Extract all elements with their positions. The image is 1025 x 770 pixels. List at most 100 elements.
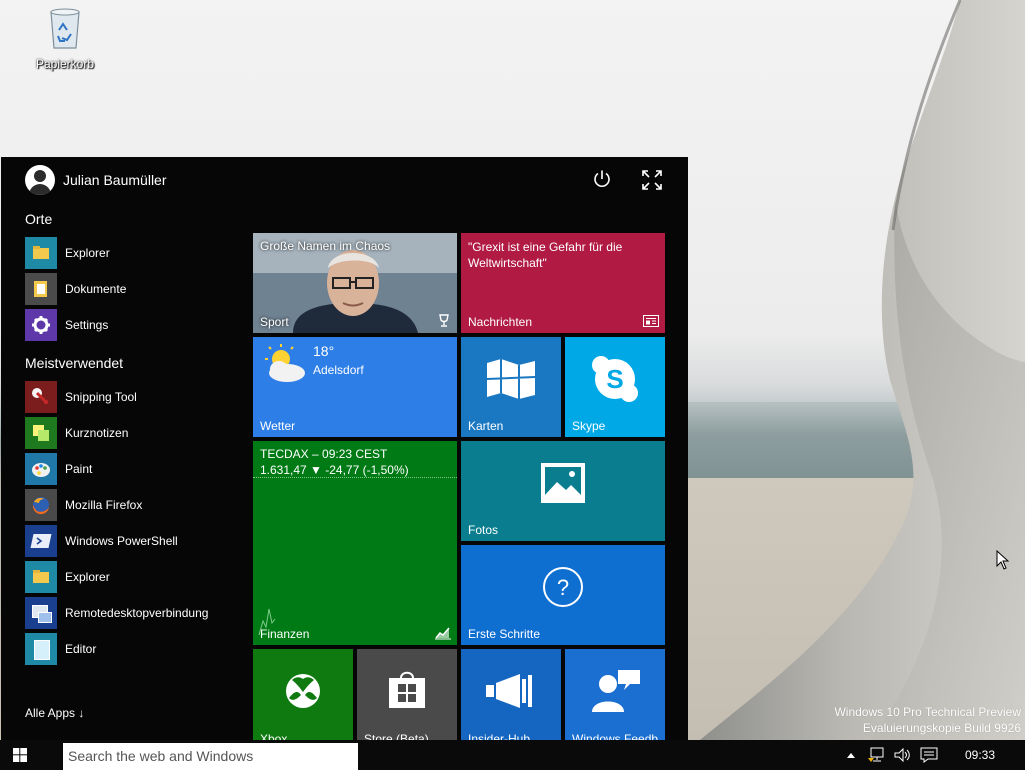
tile-skype-label: Skype: [572, 419, 606, 433]
finance-quote: 1.631,47 ▼ -24,77 (-1,50%): [260, 463, 409, 477]
svg-text:S: S: [606, 364, 623, 394]
tile-news-label: Nachrichten: [468, 315, 533, 329]
paint-palette-icon: [25, 453, 57, 485]
partly-cloudy-icon: [265, 344, 305, 382]
scissors-icon: [25, 381, 57, 413]
chevron-up-icon: [847, 753, 855, 758]
sticky-notes-icon: [25, 417, 57, 449]
recycle-bin-icon: [50, 8, 80, 49]
most-used-heading: Meistverwendet: [25, 355, 124, 371]
tile-finance[interactable]: TECDAX – 09:23 CEST 1.631,47 ▼ -24,77 (-…: [253, 441, 457, 645]
app-item-snipping-tool[interactable]: Snipping Tool: [25, 381, 137, 413]
speaker-icon: [894, 748, 910, 762]
show-hidden-icons-button[interactable]: [843, 740, 859, 770]
folder-icon: [25, 237, 57, 269]
store-bag-icon: [389, 671, 425, 708]
watermark-line-1: Windows 10 Pro Technical Preview: [834, 705, 1021, 719]
network-icon: [868, 747, 884, 762]
tile-photos[interactable]: Fotos: [461, 441, 665, 541]
megaphone-icon: [486, 673, 532, 708]
place-label: Settings: [65, 318, 109, 332]
app-label: Snipping Tool: [65, 390, 137, 404]
expand-icon[interactable]: [641, 169, 663, 191]
tile-sport[interactable]: Große Namen im Chaos Sport: [253, 233, 457, 333]
folder-icon: [25, 561, 57, 593]
app-item-editor[interactable]: Editor: [25, 633, 96, 665]
tile-weather[interactable]: 18° Adelsdorf Wetter: [253, 337, 457, 437]
tile-xbox-label: Xbox: [260, 732, 288, 740]
tile-xbox[interactable]: Xbox: [253, 649, 353, 740]
documents-icon: [25, 273, 57, 305]
app-label: Remotedesktopverbindung: [65, 606, 209, 620]
skype-icon: S: [592, 356, 638, 402]
help-question-icon: ?: [543, 567, 583, 607]
app-item-sticky-notes[interactable]: Kurznotizen: [25, 417, 128, 449]
tile-finance-label: Finanzen: [260, 627, 310, 641]
newspaper-icon: [643, 315, 659, 327]
tile-windows-feedback[interactable]: Windows Feedb: [565, 649, 665, 740]
recycle-bin-label: Papierkorb: [35, 57, 95, 71]
app-item-powershell[interactable]: Windows PowerShell: [25, 525, 178, 557]
taskbar: Search the web and Windows 09:33: [0, 740, 1025, 770]
weather-temperature: 18°: [313, 343, 335, 359]
app-label: Kurznotizen: [65, 426, 129, 440]
finance-baseline: [253, 477, 457, 478]
user-account[interactable]: Julian Baumüller: [25, 165, 167, 195]
remote-desktop-icon: [25, 597, 57, 629]
app-item-explorer[interactable]: Explorer: [25, 561, 110, 593]
firefox-icon: [25, 489, 57, 521]
tile-insider-hub[interactable]: Insider-Hub: [461, 649, 561, 740]
place-item-documents[interactable]: Dokumente: [25, 273, 126, 305]
svg-text:?: ?: [557, 575, 569, 600]
power-icon[interactable]: [592, 169, 612, 189]
app-label: Editor: [65, 642, 97, 656]
volume-tray-button[interactable]: [892, 740, 914, 770]
app-label: Windows PowerShell: [65, 534, 178, 548]
tile-skype[interactable]: S Skype: [565, 337, 665, 437]
tile-get-started[interactable]: ? Erste Schritte: [461, 545, 665, 645]
app-item-paint[interactable]: Paint: [25, 453, 92, 485]
app-label: Mozilla Firefox: [65, 498, 143, 512]
clock[interactable]: 09:33: [958, 740, 1002, 770]
tile-sport-label: Sport: [260, 315, 289, 329]
search-input[interactable]: Search the web and Windows: [63, 743, 358, 770]
start-button[interactable]: [0, 740, 40, 770]
app-label: Explorer: [65, 570, 110, 584]
tile-getstarted-label: Erste Schritte: [468, 627, 541, 641]
user-avatar: [25, 165, 55, 195]
app-item-firefox[interactable]: Mozilla Firefox: [25, 489, 142, 521]
recycle-bin[interactable]: Papierkorb: [28, 6, 102, 71]
notepad-icon: [25, 633, 57, 665]
tile-store[interactable]: Store (Beta): [357, 649, 457, 740]
mouse-cursor: [996, 549, 1010, 575]
tile-store-label: Store (Beta): [364, 732, 429, 740]
place-label: Dokumente: [65, 282, 127, 296]
news-headline: "Grexit ist eine Gefahr für die Weltwirt…: [468, 240, 623, 270]
tile-maps-label: Karten: [468, 419, 504, 433]
all-apps-link[interactable]: Alle Apps ↓: [25, 706, 84, 720]
app-item-remote-desktop[interactable]: Remotedesktopverbindung: [25, 597, 208, 629]
notifications-icon: [920, 747, 938, 763]
finance-index: TECDAX – 09:23 CEST: [260, 447, 388, 461]
start-menu: Julian Baumüller Orte Explorer Dokumente…: [1, 157, 688, 740]
place-label: Explorer: [65, 246, 110, 260]
trophy-icon: [439, 314, 449, 327]
map-icon: [486, 359, 536, 399]
photo-icon: [541, 463, 585, 503]
tile-news[interactable]: "Grexit ist eine Gefahr für die Weltwirt…: [461, 233, 665, 333]
tile-maps[interactable]: Karten: [461, 337, 561, 437]
tile-insider-label: Insider-Hub: [468, 732, 531, 740]
place-item-explorer[interactable]: Explorer: [25, 237, 110, 269]
tile-photos-label: Fotos: [468, 523, 499, 537]
network-tray-button[interactable]: [866, 740, 888, 770]
places-heading: Orte: [25, 211, 53, 227]
watermark-line-2: Evaluierungskopie Build 9926: [862, 721, 1021, 735]
app-label: Paint: [65, 462, 93, 476]
build-watermark: Windows 10 Pro Technical Preview Evaluie…: [834, 704, 1021, 736]
notifications-tray-button[interactable]: [918, 740, 940, 770]
place-item-settings[interactable]: Settings: [25, 309, 108, 341]
weather-location: Adelsdorf: [313, 363, 364, 377]
chart-icon: [435, 627, 451, 640]
sport-headline: Große Namen im Chaos: [260, 239, 391, 253]
gear-icon: [25, 309, 57, 341]
